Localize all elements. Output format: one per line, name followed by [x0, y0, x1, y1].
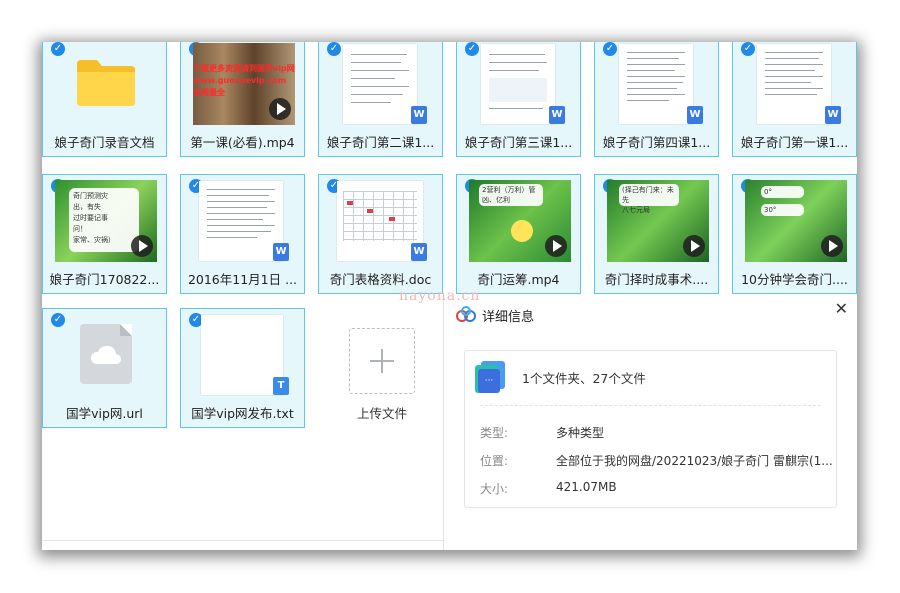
- file-tile-word[interactable]: ✓ W 娘子奇门第一课1...: [732, 42, 857, 157]
- file-name: 国学vip网发布.txt: [191, 406, 294, 421]
- folder-icon: [53, 42, 158, 124]
- file-name: 娘子奇门第一课1...: [740, 135, 849, 150]
- file-name: 10分钟学会奇门....: [741, 272, 848, 287]
- type-value: 多种类型: [556, 426, 605, 440]
- file-name: 奇门择时成事术....: [604, 272, 709, 287]
- size-label: 大小:: [480, 482, 509, 496]
- word-icon: W: [825, 106, 841, 124]
- thumbnail-caption: 30°: [761, 204, 804, 216]
- size-value: 421.07MB: [556, 480, 617, 494]
- document-thumbnail: [199, 181, 283, 261]
- file-name: 娘子奇门录音文档: [54, 135, 155, 150]
- file-tile-word[interactable]: ✓ W 奇门表格资料.doc: [318, 174, 443, 294]
- upload-button[interactable]: [349, 328, 415, 394]
- thumbnail-caption: 家常、灾祸）: [73, 236, 115, 244]
- plus-icon: [370, 349, 394, 373]
- video-thumbnail: 下载更多资源请到国学vip网 www.guoxuevip.com 全网最全: [193, 43, 295, 125]
- multi-file-icon: ···: [475, 361, 507, 393]
- file-name: 国学vip网.url: [66, 406, 143, 421]
- file-tile-word[interactable]: ✓ W 2016年11月1日 ...: [180, 174, 305, 294]
- file-name: 奇门表格资料.doc: [329, 272, 432, 287]
- thumbnail-caption: 出，有失: [73, 203, 101, 211]
- video-thumbnail: 奇门预测灾 出，有失 过时要记事 问！ 家常、灾祸）: [55, 180, 157, 262]
- thumbnail-caption: (择己有门来：未先: [622, 186, 674, 204]
- file-tile-url[interactable]: ✓ 国学vip网.url: [42, 308, 167, 428]
- document-thumbnail: [343, 44, 417, 124]
- panel-title: 详细信息: [482, 310, 535, 325]
- file-name: 娘子奇门第四课1...: [602, 135, 711, 150]
- thumbnail-caption: 问！: [73, 225, 87, 233]
- thumbnail-caption: 0°: [761, 186, 804, 198]
- document-thumbnail: [757, 44, 831, 124]
- file-tile-video[interactable]: ✓ (择己有门来：未先 八七元局 奇门择时成事术....: [594, 174, 719, 294]
- baidu-netdisk-logo-icon: [456, 306, 476, 322]
- file-name: 奇门运筹.mp4: [477, 272, 560, 287]
- word-icon: W: [411, 243, 427, 261]
- checked-icon[interactable]: ✓: [603, 42, 617, 56]
- checked-icon[interactable]: ✓: [741, 42, 755, 56]
- word-icon: W: [411, 106, 427, 124]
- thumbnail-caption: 2营利（万利）管: [482, 186, 536, 194]
- video-thumbnail: 0° 30°: [745, 180, 847, 262]
- file-name: 娘子奇门第二课1...: [326, 135, 435, 150]
- file-tile-word[interactable]: ✓ W 娘子奇门第三课1...: [456, 42, 581, 157]
- thumbnail-caption: 奇门预测灾: [73, 192, 108, 200]
- video-thumbnail: 2营利（万利）管 凶、亿利: [469, 180, 571, 262]
- word-icon: W: [549, 106, 565, 124]
- checked-icon[interactable]: ✓: [465, 42, 479, 56]
- file-name: 第一课(必看).mp4: [190, 135, 295, 150]
- file-name: 娘子奇门第三课1...: [464, 135, 573, 150]
- thumbnail-caption: 八七元局: [622, 206, 650, 214]
- upload-label: 上传文件: [356, 406, 407, 421]
- close-icon[interactable]: ✕: [835, 299, 848, 318]
- document-thumbnail: [201, 315, 283, 395]
- thumbnail-caption: 过时要记事: [73, 214, 108, 222]
- location-value[interactable]: 全部位于我的网盘/20221023/娘子奇门 雷麒宗(1...: [556, 452, 833, 469]
- play-icon[interactable]: [545, 235, 567, 257]
- play-icon[interactable]: [131, 235, 153, 257]
- video-thumbnail: (择己有门来：未先 八七元局: [607, 180, 709, 262]
- checked-icon[interactable]: ✓: [327, 42, 341, 56]
- cloud-file-icon: [79, 324, 132, 384]
- details-panel: 详细信息 ✕ ··· 1个文件夹、27个文件 类型: 多种类型 位置: 全部位于…: [443, 297, 857, 550]
- word-icon: W: [687, 106, 703, 124]
- summary-card: ··· 1个文件夹、27个文件 类型: 多种类型 位置: 全部位于我的网盘/20…: [464, 350, 837, 508]
- play-icon[interactable]: [821, 235, 843, 257]
- word-icon: W: [273, 243, 289, 261]
- watermark: nayona.cn: [399, 288, 481, 304]
- txt-icon: T: [273, 377, 289, 395]
- divider: [480, 405, 821, 406]
- file-name: 2016年11月1日 ...: [187, 272, 298, 287]
- file-tile-word[interactable]: ✓ W 娘子奇门第二课1...: [318, 42, 443, 157]
- location-label: 位置:: [480, 454, 509, 468]
- thumbnail-caption: 凶、亿利: [482, 196, 510, 204]
- document-thumbnail: [619, 44, 693, 124]
- thumbnail-caption: 下载更多资源请到国学vip网 www.guoxuevip.com 全网最全: [193, 64, 295, 97]
- file-tile-word[interactable]: ✓ W 娘子奇门第四课1...: [594, 42, 719, 157]
- type-label: 类型:: [480, 426, 509, 440]
- play-icon[interactable]: [269, 98, 291, 120]
- play-icon[interactable]: [683, 235, 705, 257]
- summary-text: 1个文件夹、27个文件: [522, 371, 646, 386]
- file-tile-txt[interactable]: ✓ T 国学vip网发布.txt: [180, 308, 305, 428]
- divider: [42, 540, 443, 541]
- file-name: 娘子奇门170822...: [49, 272, 160, 287]
- file-tile-video[interactable]: ✓ 2营利（万利）管 凶、亿利 奇门运筹.mp4: [456, 174, 581, 294]
- file-tile-video[interactable]: ✓ 下载更多资源请到国学vip网 www.guoxuevip.com 全网最全 …: [180, 42, 305, 157]
- file-tile-video[interactable]: ✓ 奇门预测灾 出，有失 过时要记事 问！ 家常、灾祸） 娘子奇门170822.…: [42, 174, 167, 294]
- file-tile-video[interactable]: ✓ 0° 30° 10分钟学会奇门....: [732, 174, 857, 294]
- file-tile-folder[interactable]: ✓ 娘子奇门录音文档: [42, 42, 167, 157]
- document-thumbnail: [481, 44, 555, 124]
